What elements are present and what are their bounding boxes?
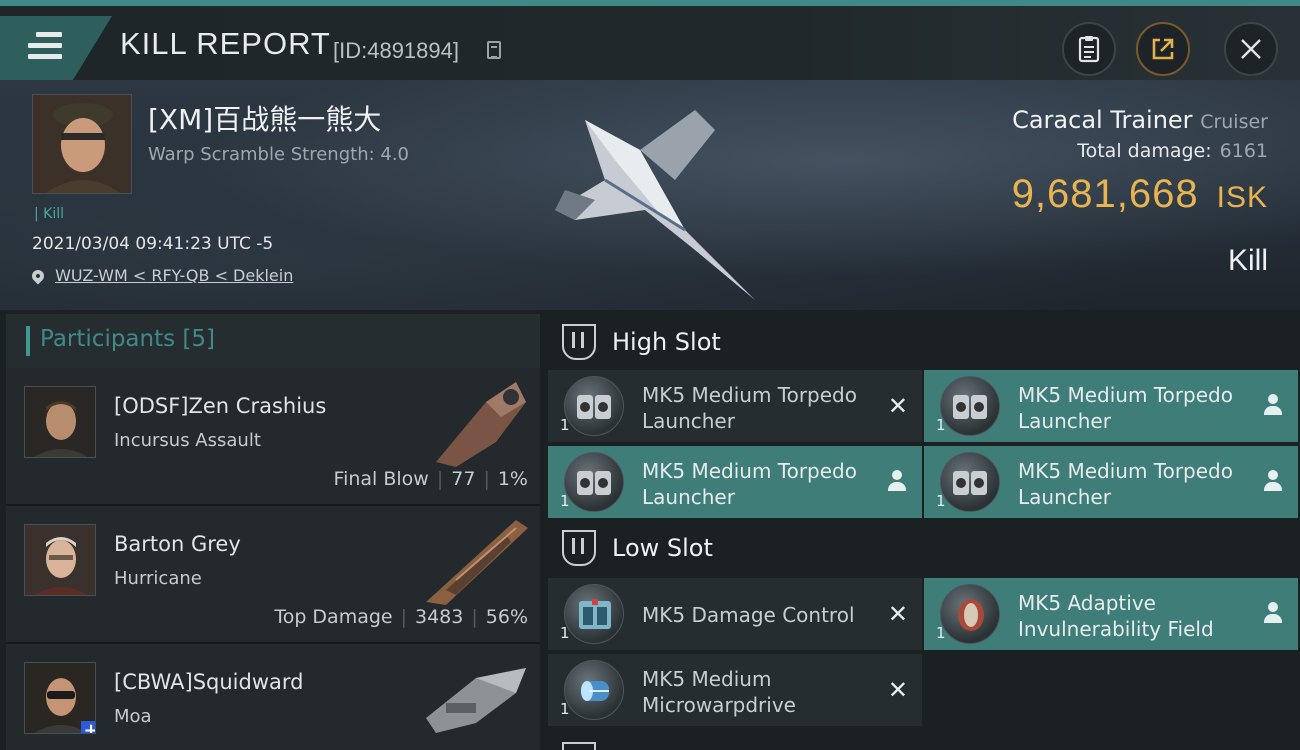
high-slot-title: High Slot xyxy=(612,328,721,356)
victim-avatar[interactable] xyxy=(32,94,132,194)
torpedo-launcher-icon xyxy=(940,376,1000,436)
participant-ship-render xyxy=(426,520,528,605)
victim-name: [XM]百战熊一熊大 xyxy=(148,103,382,136)
participant-ship-render xyxy=(426,668,526,733)
participant-row[interactable]: [ODSF]Zen Crashius Incursus Assault Fina… xyxy=(6,368,540,506)
total-damage: Total damage: 6161 xyxy=(1077,140,1268,162)
kill-datetime: 2021/03/04 09:41:23 UTC -5 xyxy=(32,234,274,254)
dropped-icon xyxy=(1262,468,1284,494)
high-slot-header: High Slot xyxy=(548,314,1300,370)
module-item[interactable]: 1 MK5 Damage Control ✕ xyxy=(548,578,922,650)
participant-ship: Incursus Assault xyxy=(114,430,261,451)
participant-ship: Moa xyxy=(114,706,152,727)
module-name: MK5 Medium Torpedo Launcher xyxy=(642,459,857,509)
low-slot-header: Low Slot xyxy=(548,520,1300,576)
microwarpdrive-icon xyxy=(564,660,624,720)
torpedo-launcher-icon xyxy=(564,452,624,512)
dropped-icon xyxy=(1262,600,1284,626)
participant-ship: Hurricane xyxy=(114,568,202,589)
location-text: WUZ-WM < RFY-QB < Deklein xyxy=(55,266,294,285)
torpedo-launcher-icon xyxy=(940,452,1000,512)
low-slot-title: Low Slot xyxy=(612,534,713,562)
slot-icon xyxy=(562,742,596,750)
participant-stats: Top Damage | 3483 | 56% xyxy=(274,606,528,628)
module-item[interactable]: 1 MK5 Medium Torpedo Launcher ✕ xyxy=(548,370,922,442)
participant-name: [CBWA]Squidward xyxy=(114,670,304,694)
menu-icon xyxy=(28,32,62,65)
module-quantity: 1 xyxy=(560,492,570,510)
dropped-icon xyxy=(886,468,908,494)
isk-value: 9,681,668 ISK xyxy=(1011,172,1268,216)
participant-stats: Final Blow | 77 | 1% xyxy=(333,468,528,490)
low-slot-icon xyxy=(562,530,596,566)
victim-subtitle: Warp Scramble Strength: 4.0 xyxy=(148,144,410,165)
participant-ship-render xyxy=(436,382,526,467)
torpedo-launcher-icon xyxy=(564,376,624,436)
victim-ship-name: Caracal Trainer Cruiser xyxy=(1012,106,1268,134)
share-button[interactable] xyxy=(1136,22,1190,76)
participant-name: [ODSF]Zen Crashius xyxy=(114,394,327,418)
module-name: MK5 Damage Control xyxy=(642,603,855,627)
module-item[interactable]: 1 MK5 Medium Torpedo Launcher xyxy=(924,370,1298,442)
module-item[interactable]: 1 MK5 Medium Microwarpdrive ✕ xyxy=(548,654,922,726)
module-quantity: 1 xyxy=(560,624,570,642)
header-bar: KILL REPORT [ID:4891894] xyxy=(0,6,1300,82)
module-name: MK5 Medium Torpedo Launcher xyxy=(642,383,857,433)
module-name: MK5 Adaptive Invulnerability Field xyxy=(1018,591,1214,641)
destroyed-icon: ✕ xyxy=(887,676,908,704)
report-kind: Kill xyxy=(1227,244,1268,277)
next-slot-header xyxy=(548,732,1300,750)
destroyed-icon: ✕ xyxy=(887,600,908,628)
copy-icon[interactable] xyxy=(487,41,501,59)
module-name: MK5 Medium Torpedo Launcher xyxy=(1018,459,1233,509)
clipboard-icon xyxy=(1064,24,1114,74)
victim-ship-render xyxy=(555,110,755,300)
module-item[interactable]: 1 MK5 Medium Torpedo Launcher xyxy=(924,446,1298,518)
module-quantity: 1 xyxy=(560,416,570,434)
participants-header: Participants [5] xyxy=(6,314,540,368)
kill-summary-banner: [XM]百战熊一熊大 Warp Scramble Strength: 4.0 |… xyxy=(0,80,1300,310)
menu-button[interactable] xyxy=(0,16,112,82)
module-item[interactable]: 1 MK5 Adaptive Invulnerability Field xyxy=(924,578,1298,650)
location-pin-icon xyxy=(29,267,47,285)
damage-control-icon xyxy=(564,584,624,644)
invulnerability-field-icon xyxy=(940,584,1000,644)
module-quantity: 1 xyxy=(936,624,946,642)
module-name: MK5 Medium Torpedo Launcher xyxy=(1018,383,1233,433)
module-quantity: 1 xyxy=(936,416,946,434)
participant-avatar: + xyxy=(24,662,96,734)
kill-tag: | Kill xyxy=(34,206,65,222)
participant-row[interactable]: Barton Grey Hurricane Top Damage | 3483 | 56… xyxy=(6,506,540,644)
dropped-icon xyxy=(1262,392,1284,418)
participant-avatar xyxy=(24,386,96,458)
module-quantity: 1 xyxy=(936,492,946,510)
share-icon xyxy=(1138,24,1188,74)
plus-icon: + xyxy=(81,721,95,733)
participant-row[interactable]: + [CBWA]Squidward Moa xyxy=(6,644,540,750)
participant-avatar xyxy=(24,524,96,596)
clipboard-button[interactable] xyxy=(1062,22,1116,76)
page-title: KILL REPORT xyxy=(120,26,331,61)
kill-location-link[interactable]: WUZ-WM < RFY-QB < Deklein xyxy=(29,266,294,285)
module-item[interactable]: 1 MK5 Medium Torpedo Launcher xyxy=(548,446,922,518)
module-quantity: 1 xyxy=(560,700,570,718)
high-slot-icon xyxy=(562,324,596,360)
destroyed-icon: ✕ xyxy=(887,392,908,420)
close-icon xyxy=(1226,24,1276,74)
close-button[interactable] xyxy=(1224,22,1278,76)
participants-panel: Participants [5] [ODSF]Zen Crashius Incu… xyxy=(6,314,540,750)
participant-name: Barton Grey xyxy=(114,532,241,556)
report-id: [ID:4891894] xyxy=(333,38,459,63)
module-name: MK5 Medium Microwarpdrive xyxy=(642,667,796,717)
